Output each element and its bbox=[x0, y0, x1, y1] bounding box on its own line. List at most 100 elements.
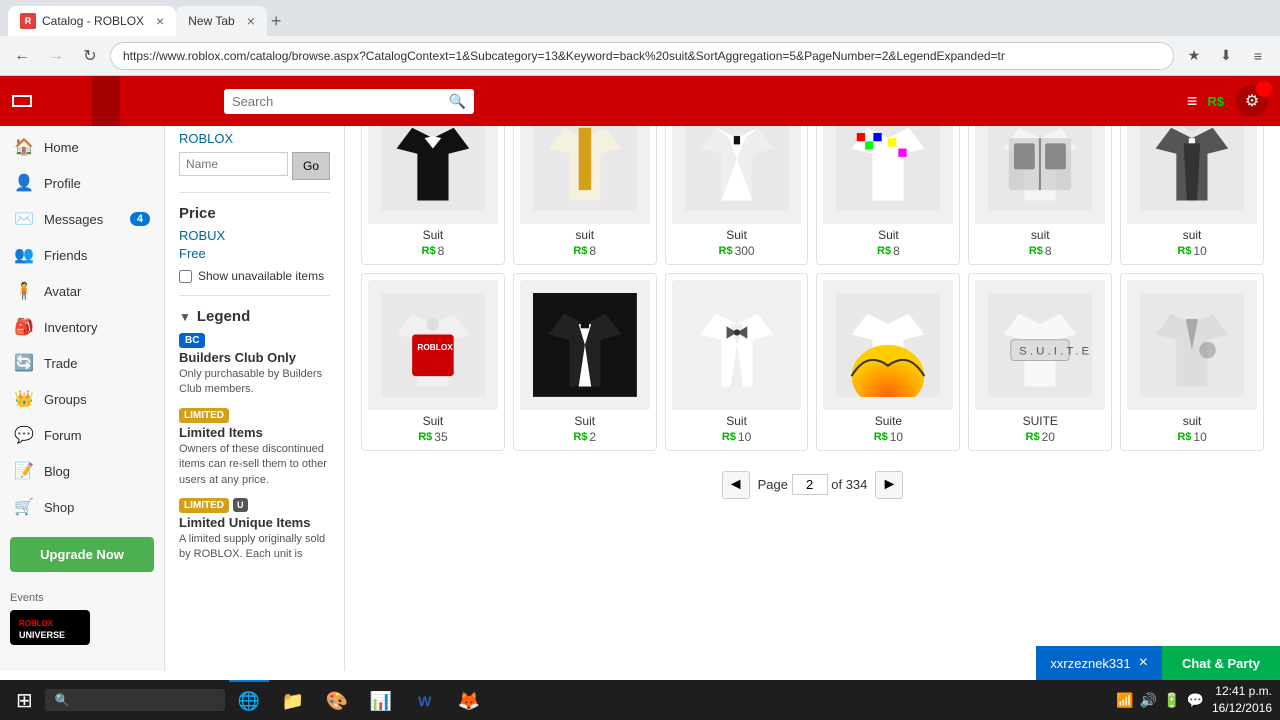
avatar-icon: 🧍 bbox=[14, 281, 34, 301]
inventory-icon: 🎒 bbox=[14, 317, 34, 337]
extension-icon-3[interactable]: ≡ bbox=[1244, 42, 1272, 70]
back-button[interactable]: ← bbox=[8, 42, 36, 70]
sidebar-item-label-blog: Blog bbox=[44, 464, 70, 479]
robux-display[interactable]: R$ bbox=[1207, 94, 1226, 109]
show-unavailable-checkbox[interactable] bbox=[179, 270, 192, 283]
limited-u-icon: U bbox=[233, 498, 248, 512]
sidebar-item-avatar[interactable]: 🧍 Avatar bbox=[0, 273, 164, 309]
chat-user-panel: xxrzeznek331 × bbox=[1036, 646, 1162, 680]
sidebar-item-friends[interactable]: 👥 Friends bbox=[0, 237, 164, 273]
catalog-item[interactable]: ROBLOX Suit R$ 35 bbox=[361, 273, 505, 451]
next-page-button[interactable]: ► bbox=[875, 471, 903, 499]
sidebar-item-label-avatar: Avatar bbox=[44, 284, 81, 299]
bc-badge: BC bbox=[179, 333, 205, 348]
price-value: 10 bbox=[1193, 244, 1206, 258]
chat-close-button[interactable]: × bbox=[1139, 654, 1148, 672]
messages-badge: 4 bbox=[130, 212, 150, 226]
filter-roblox[interactable]: ROBLOX bbox=[179, 131, 330, 146]
filter-free[interactable]: Free bbox=[179, 246, 206, 261]
search-button[interactable]: 🔍 bbox=[449, 93, 466, 110]
forward-button[interactable]: → bbox=[42, 42, 70, 70]
page-number-input[interactable] bbox=[792, 474, 828, 495]
tray-message-icon[interactable]: 💬 bbox=[1187, 692, 1204, 709]
nav-menu-icon[interactable]: ≡ bbox=[1187, 91, 1198, 112]
catalog-item-name: SUITE bbox=[975, 414, 1105, 428]
taskbar-icon-paint[interactable]: 🎨 bbox=[317, 680, 357, 720]
filter-name-input[interactable] bbox=[179, 152, 288, 176]
sidebar-item-trade[interactable]: 🔄 Trade bbox=[0, 345, 164, 381]
catalog-item-price: R$ 10 bbox=[1127, 430, 1257, 444]
sidebar-item-profile[interactable]: 👤 Profile bbox=[0, 165, 164, 201]
robux-icon: R$ bbox=[573, 431, 587, 443]
filter-robux[interactable]: ROBUX bbox=[179, 228, 330, 243]
price-value: 20 bbox=[1042, 430, 1055, 444]
browser-chrome: R Catalog - ROBLOX × New Tab × + ← → ↻ ★… bbox=[0, 0, 1280, 77]
price-value: 8 bbox=[438, 244, 445, 258]
sidebar-item-home[interactable]: 🏠 Home bbox=[0, 129, 164, 165]
svg-text:S.U.I.T.E: S.U.I.T.E bbox=[1019, 345, 1092, 357]
sidebar-item-label-forum: Forum bbox=[44, 428, 82, 443]
sidebar-item-forum[interactable]: 💬 Forum bbox=[0, 417, 164, 453]
friends-icon: 👥 bbox=[14, 245, 34, 265]
sidebar-item-label-friends: Friends bbox=[44, 248, 87, 263]
filter-go-button[interactable]: Go bbox=[292, 152, 330, 180]
catalog-item-name: Suit bbox=[672, 414, 802, 428]
sidebar-item-label-groups: Groups bbox=[44, 392, 87, 407]
robux-icon: R$ bbox=[1177, 245, 1191, 257]
refresh-button[interactable]: ↻ bbox=[76, 42, 104, 70]
tab-catalog[interactable]: R Catalog - ROBLOX × bbox=[8, 6, 176, 36]
sidebar-item-messages[interactable]: ✉️ Messages 4 bbox=[0, 201, 164, 237]
robux-icon: R$ bbox=[1029, 245, 1043, 257]
taskbar-icon-explorer[interactable]: 📁 bbox=[273, 680, 313, 720]
catalog-item-name: Suit bbox=[823, 228, 953, 242]
taskbar-icon-ppt[interactable]: 📊 bbox=[361, 680, 401, 720]
roblox-logo[interactable] bbox=[12, 95, 32, 107]
roblox-top-nav: 🔍 ≡ R$ ⚙ bbox=[0, 76, 1280, 126]
price-value: 10 bbox=[1193, 430, 1206, 444]
taskbar-icon-firefox[interactable]: 🦊 bbox=[449, 680, 489, 720]
tray-network-icon[interactable]: 📶 bbox=[1116, 692, 1133, 709]
catalog-item-image: S.U.I.T.E bbox=[975, 280, 1105, 410]
tab-close-catalog[interactable]: × bbox=[156, 13, 164, 29]
sidebar-item-shop[interactable]: 🛒 Shop bbox=[0, 489, 164, 525]
upgrade-button[interactable]: Upgrade Now bbox=[10, 537, 154, 572]
sidebar-item-blog[interactable]: 📝 Blog bbox=[0, 453, 164, 489]
taskbar-icon-edge[interactable]: 🌐 bbox=[229, 680, 269, 720]
address-input[interactable] bbox=[110, 42, 1174, 70]
catalog-item-price: R$ 300 bbox=[672, 244, 802, 258]
tab-newtab[interactable]: New Tab × bbox=[176, 6, 267, 36]
tray-volume-icon[interactable]: 🔊 bbox=[1140, 692, 1157, 709]
show-unavailable-label: Show unavailable items bbox=[198, 269, 324, 283]
search-input[interactable] bbox=[232, 94, 449, 109]
catalog-item-name: suit bbox=[975, 228, 1105, 242]
extension-icon-2[interactable]: ⬇ bbox=[1212, 42, 1240, 70]
catalog-item-image: ROBLOX bbox=[368, 280, 498, 410]
system-tray: 📶 🔊 🔋 💬 bbox=[1116, 692, 1204, 709]
prev-page-button[interactable]: ◄ bbox=[722, 471, 750, 499]
start-button[interactable]: ⊞ bbox=[8, 684, 41, 717]
taskbar-search[interactable] bbox=[45, 689, 225, 711]
extension-icon-1[interactable]: ★ bbox=[1180, 42, 1208, 70]
nav-games[interactable] bbox=[48, 76, 76, 126]
chat-party-button[interactable]: Chat & Party bbox=[1162, 646, 1280, 680]
roblox-universe-logo[interactable]: ROBLOX UNIVERSE bbox=[10, 610, 90, 645]
nav-develop[interactable] bbox=[136, 76, 164, 126]
catalog-item[interactable]: Suite R$ 10 bbox=[816, 273, 960, 451]
tray-battery-icon[interactable]: 🔋 bbox=[1163, 692, 1180, 709]
nav-catalog[interactable] bbox=[92, 76, 120, 126]
catalog-item[interactable]: Suit R$ 2 bbox=[513, 273, 657, 451]
nav-robux[interactable] bbox=[180, 76, 208, 126]
settings-icon-btn[interactable]: ⚙ bbox=[1236, 85, 1268, 117]
new-tab-button[interactable]: + bbox=[271, 11, 282, 32]
blog-icon: 📝 bbox=[14, 461, 34, 481]
page-label: Page bbox=[758, 477, 788, 492]
forum-icon: 💬 bbox=[14, 425, 34, 445]
catalog-item[interactable]: suit R$ 10 bbox=[1120, 273, 1264, 451]
sidebar-item-label-messages: Messages bbox=[44, 212, 103, 227]
sidebar-item-groups[interactable]: 👑 Groups bbox=[0, 381, 164, 417]
sidebar-item-inventory[interactable]: 🎒 Inventory bbox=[0, 309, 164, 345]
catalog-item[interactable]: S.U.I.T.E SUITE R$ 20 bbox=[968, 273, 1112, 451]
tab-close-newtab[interactable]: × bbox=[247, 13, 255, 29]
catalog-item[interactable]: Suit R$ 10 bbox=[665, 273, 809, 451]
taskbar-icon-word[interactable]: W bbox=[405, 680, 445, 720]
